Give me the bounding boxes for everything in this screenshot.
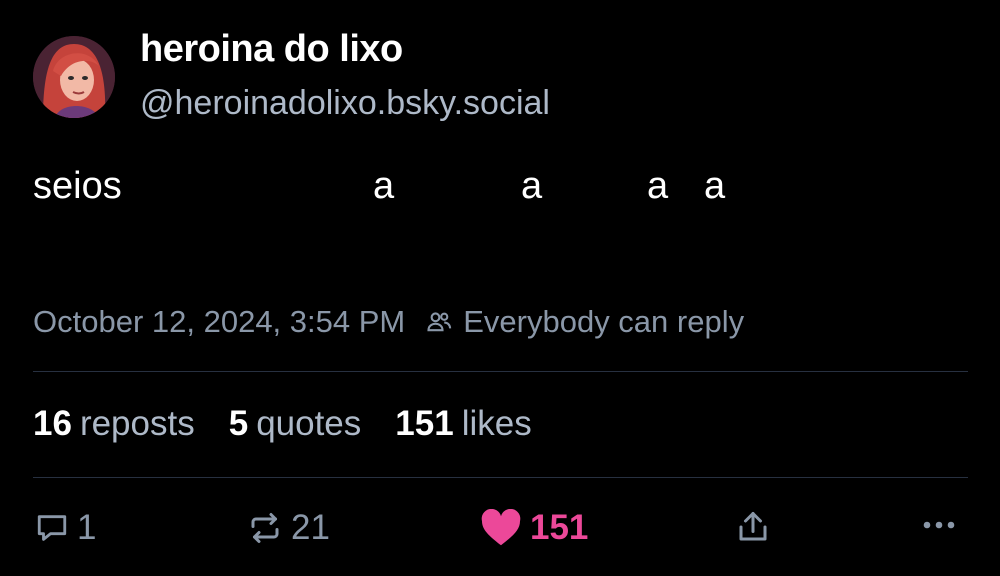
display-name[interactable]: heroina do lixo [140,28,403,71]
repost-button[interactable]: 21 [247,508,330,548]
post-text: seios [33,165,122,207]
people-icon [427,312,452,332]
more-options-button[interactable] [919,508,959,542]
quotes-stat[interactable]: 5 quotes [229,404,362,444]
avatar[interactable] [33,36,115,118]
share-button[interactable] [735,508,771,546]
post-text-fragment: a [521,165,543,207]
quotes-label: quotes [256,404,362,443]
reposts-label: reposts [79,404,195,443]
reply-icon [37,515,67,541]
repost-count: 21 [291,508,330,547]
likes-label: likes [461,404,532,443]
repost-icon [251,513,279,543]
likes-stat[interactable]: 151 likes [395,404,531,444]
more-icon [923,521,955,529]
post-stats: 16 reposts 5 quotes 151 likes [33,404,566,444]
reply-count: 1 [77,508,97,547]
reply-button[interactable]: 1 [35,508,96,548]
reply-setting[interactable]: Everybody can reply [463,304,744,340]
likes-count: 151 [395,404,454,443]
divider [33,371,968,372]
heart-icon [481,509,521,546]
post-text-fragment: a [647,165,669,207]
post-timestamp: October 12, 2024, 3:54 PM [33,304,406,339]
post-meta: October 12, 2024, 3:54 PM Everybody can … [33,304,744,340]
like-count: 151 [530,508,589,547]
quotes-count: 5 [228,404,249,443]
reposts-count: 16 [33,404,72,443]
divider [33,477,968,478]
reposts-stat[interactable]: 16 reposts [33,404,195,444]
share-icon [739,512,767,541]
post-text-fragment: a [373,165,395,207]
author-handle[interactable]: @heroinadolixo.bsky.social [140,84,550,123]
post-text-fragment: a [704,165,726,207]
like-button[interactable]: 151 [480,508,588,548]
